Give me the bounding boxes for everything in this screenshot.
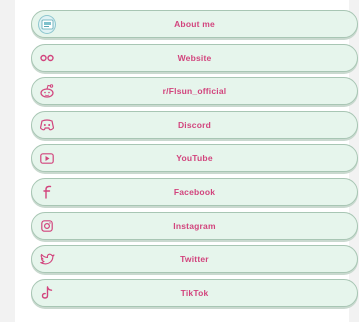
instagram-icon: [38, 217, 56, 235]
website-label: Website: [177, 52, 212, 63]
twitter-icon: [38, 250, 56, 268]
facebook-label: Facebook: [173, 186, 216, 197]
avatar: [38, 14, 56, 34]
twitter-label: Twitter: [180, 254, 209, 265]
instagram-label: Instagram: [173, 220, 216, 231]
tiktok-link[interactable]: TikTok: [31, 278, 358, 307]
website-link[interactable]: Website: [31, 43, 358, 72]
reddit-icon: [38, 82, 56, 100]
twitter-link[interactable]: Twitter: [31, 245, 358, 274]
facebook-link[interactable]: Facebook: [31, 177, 358, 206]
tiktok-label: TikTok: [180, 287, 209, 298]
infinity-icon: [38, 49, 56, 67]
discord-icon: [38, 116, 56, 134]
page-frame: About me Website r/Flsun_official Discor…: [15, 0, 358, 322]
link-list: About me Website r/Flsun_official Discor…: [31, 10, 358, 312]
tiktok-icon: [38, 284, 56, 302]
reddit-label: r/Flsun_official: [162, 86, 227, 97]
youtube-icon: [38, 149, 56, 167]
reddit-link[interactable]: r/Flsun_official: [31, 77, 358, 106]
discord-link[interactable]: Discord: [31, 110, 358, 139]
youtube-link[interactable]: YouTube: [31, 144, 358, 173]
youtube-label: YouTube: [176, 153, 213, 164]
about-me-label: About me: [174, 19, 215, 29]
about-me-link[interactable]: About me: [31, 10, 358, 38]
instagram-link[interactable]: Instagram: [31, 211, 358, 240]
discord-label: Discord: [177, 119, 212, 130]
facebook-icon: [38, 183, 56, 201]
